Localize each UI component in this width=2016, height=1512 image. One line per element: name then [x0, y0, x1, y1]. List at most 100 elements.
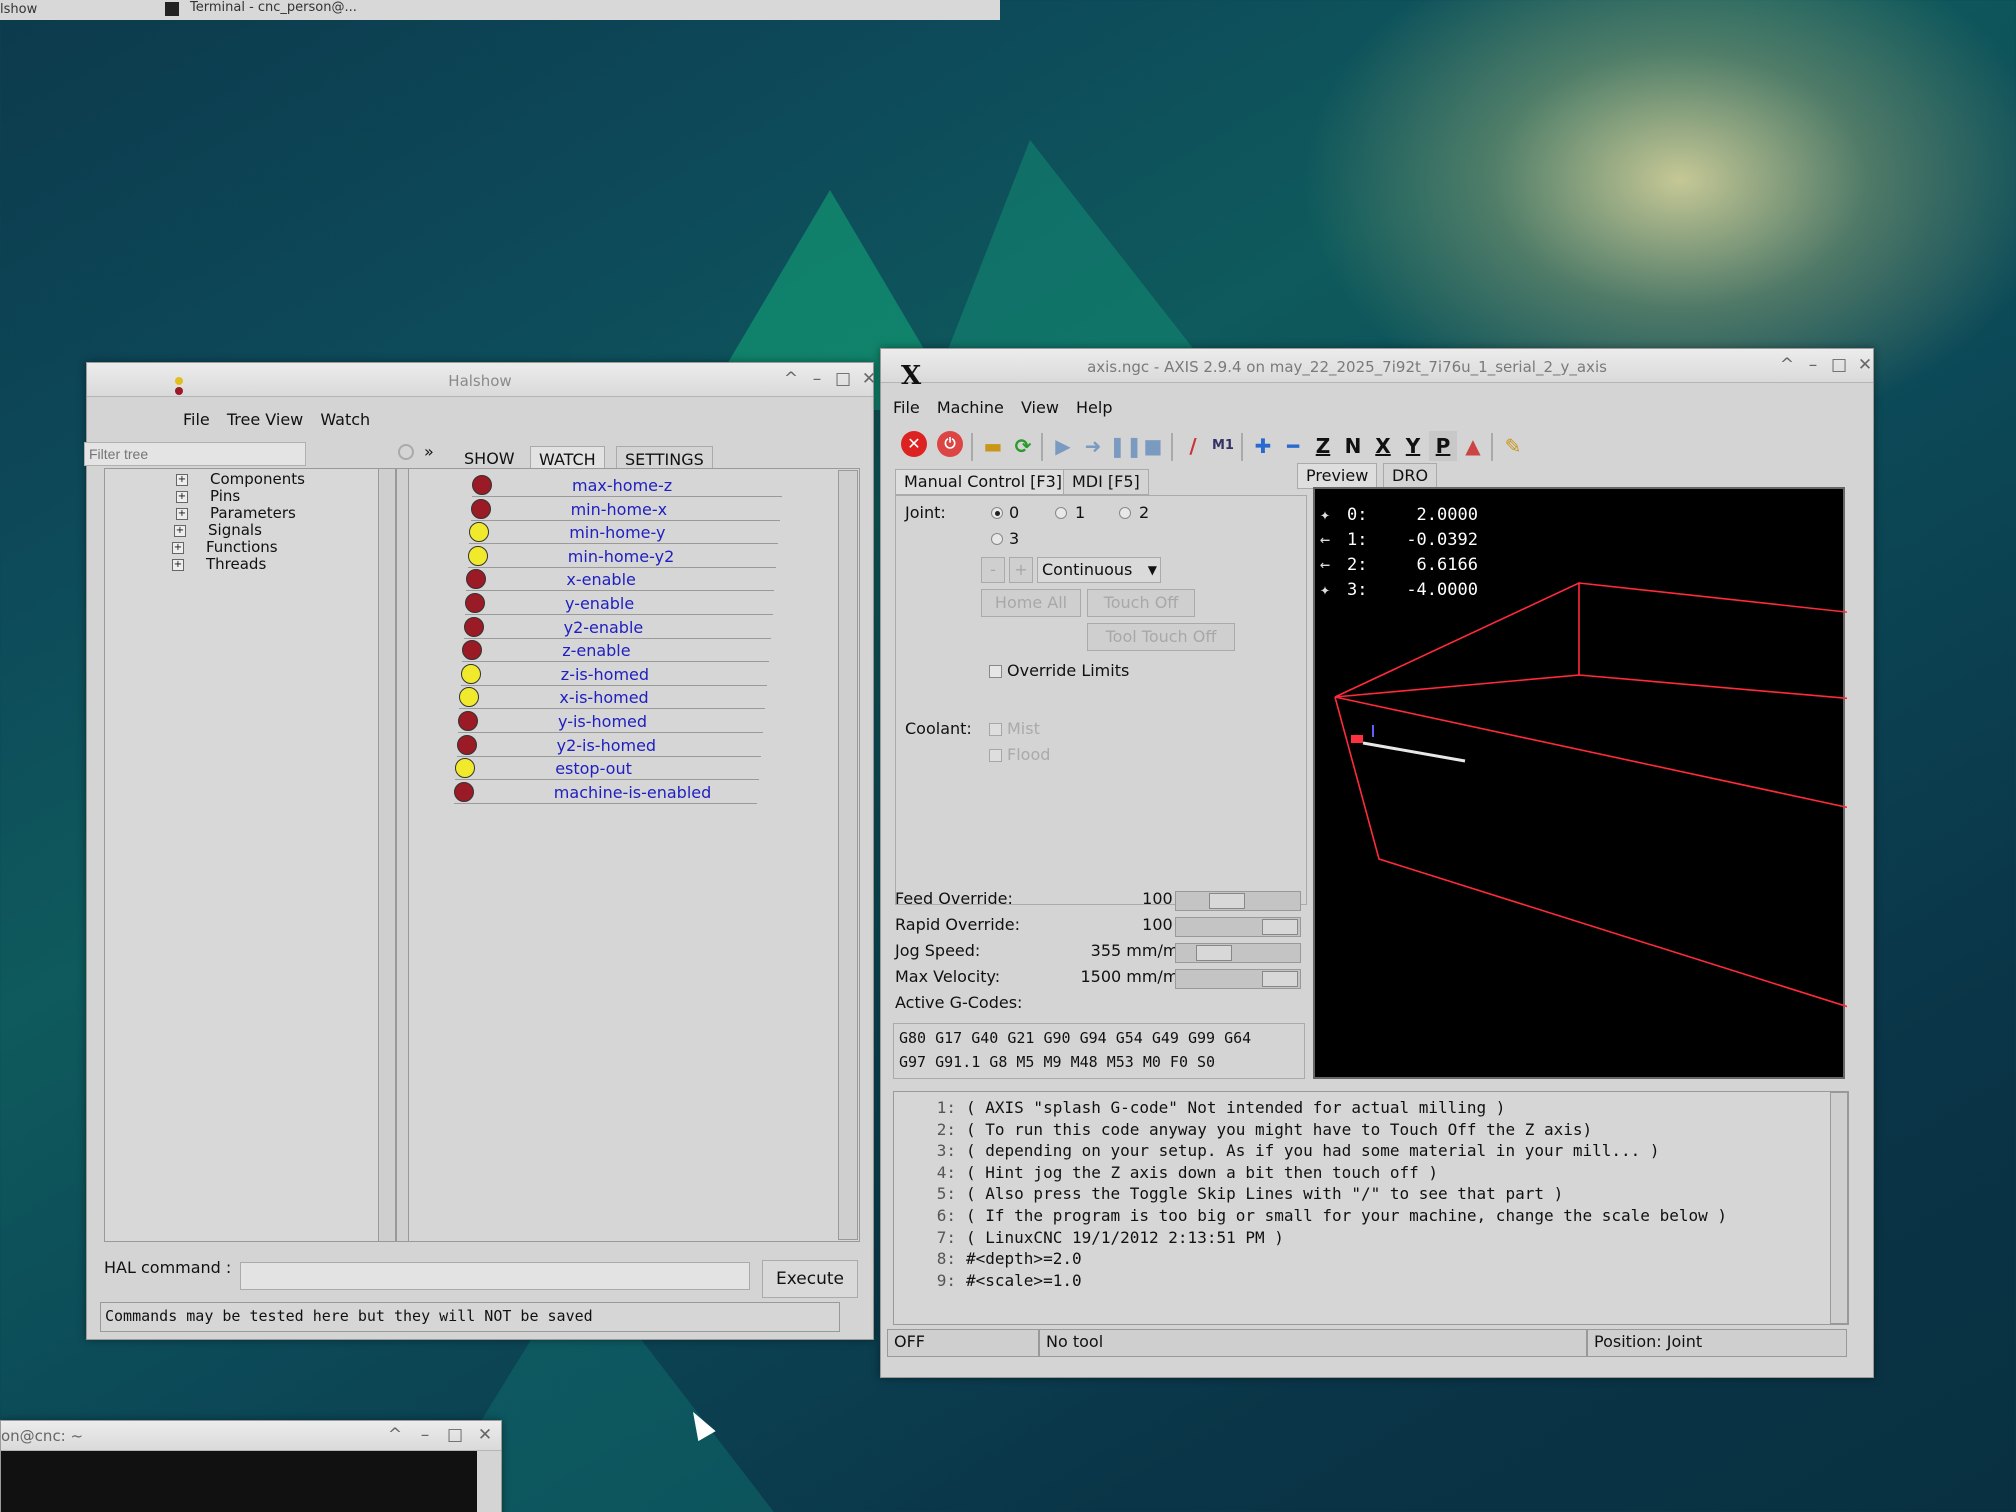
slider-handle[interactable] — [1209, 893, 1246, 909]
skip-lines-icon[interactable]: / — [1179, 431, 1207, 461]
optional-stop-icon[interactable]: M1 — [1209, 431, 1237, 461]
mist-checkbox[interactable] — [989, 723, 1002, 736]
run-icon[interactable]: ▶ — [1049, 431, 1077, 461]
watch-row[interactable]: y2-is-homed — [456, 733, 762, 757]
maximize-up-icon[interactable]: ^ — [385, 1425, 405, 1445]
taskbar-item-terminal[interactable]: Terminal - cnc_person@... — [190, 0, 357, 15]
tree-item-components[interactable]: + Components — [176, 470, 305, 488]
expand-arrow[interactable]: » — [424, 442, 434, 461]
tab-manual-control[interactable]: Manual Control [F3] — [895, 469, 1072, 495]
minimize-button[interactable]: – — [415, 1425, 435, 1445]
watch-label[interactable]: z-enable — [562, 641, 630, 660]
gcode-line[interactable]: 2: ( To run this code anyway you might ha… — [894, 1120, 1592, 1139]
watch-label[interactable]: estop-out — [555, 759, 632, 778]
close-button[interactable]: ✕ — [1855, 355, 1875, 375]
hal-command-input[interactable] — [240, 1262, 750, 1290]
override-limits-checkbox[interactable] — [989, 665, 1002, 678]
view-rotated-z-icon[interactable]: N — [1339, 431, 1367, 461]
gear-icon[interactable] — [398, 444, 414, 460]
menu-help[interactable]: Help — [1076, 398, 1112, 417]
watch-label[interactable]: min-home-y — [569, 523, 665, 542]
menu-file[interactable]: File — [893, 398, 920, 417]
open-file-icon[interactable]: ▬ — [979, 431, 1007, 461]
flood-checkbox[interactable] — [989, 749, 1002, 762]
rapid-override-slider[interactable] — [1175, 917, 1301, 937]
slider-handle[interactable] — [1262, 919, 1298, 935]
close-button[interactable]: ✕ — [475, 1425, 495, 1445]
menu-watch[interactable]: Watch — [320, 410, 370, 429]
watch-label[interactable]: x-is-homed — [559, 688, 648, 707]
zoom-out-icon[interactable]: ━ — [1279, 431, 1307, 461]
menu-file[interactable]: File — [183, 410, 210, 429]
home-all-button[interactable]: Home All — [981, 589, 1081, 617]
watch-label[interactable]: x-enable — [566, 570, 635, 589]
pause-icon[interactable]: ❚❚ — [1109, 431, 1143, 461]
watch-row[interactable]: y-enable — [465, 591, 773, 615]
watch-label[interactable]: y-enable — [565, 594, 634, 613]
gcode-line[interactable]: 3: ( depending on your setup. As if you h… — [894, 1141, 1660, 1160]
watch-row[interactable]: estop-out — [455, 756, 760, 781]
stop-icon[interactable]: ■ — [1139, 431, 1167, 461]
watch-row[interactable]: z-enable — [462, 638, 769, 663]
gcode-line[interactable]: 9: #<scale>=1.0 — [894, 1271, 1082, 1290]
jog-speed-slider[interactable] — [1175, 943, 1301, 963]
machine-power-icon[interactable]: ⏻ — [937, 431, 963, 457]
watch-label[interactable]: machine-is-enabled — [554, 783, 711, 802]
watch-label[interactable]: z-is-homed — [561, 665, 649, 684]
gcode-scrollbar[interactable] — [1830, 1092, 1848, 1324]
preview-canvas[interactable]: ✦ 0: 2.0000 ← 1: -0.0392 ← 2: 6.6166 ✦ 3: -4… — [1313, 487, 1847, 1079]
watch-row[interactable]: min-home-y — [469, 520, 779, 545]
watch-row[interactable]: x-is-homed — [459, 685, 765, 710]
gcode-line[interactable]: 1: ( AXIS "splash G-code" Not intended fo… — [894, 1098, 1506, 1117]
watch-row[interactable]: z-is-homed — [460, 662, 767, 686]
maximize-button[interactable]: □ — [833, 369, 853, 389]
view-y-icon[interactable]: Y — [1399, 431, 1427, 461]
gcode-line[interactable]: 8: #<depth>=2.0 — [894, 1249, 1082, 1268]
filter-tree-input[interactable] — [84, 442, 306, 466]
tree-item-signals[interactable]: + Signals — [174, 521, 262, 539]
watch-scrollbar[interactable] — [838, 470, 858, 1240]
tree-item-functions[interactable]: + Functions — [172, 538, 278, 556]
watch-label[interactable]: min-home-y2 — [568, 547, 674, 566]
view-x-icon[interactable]: X — [1369, 431, 1397, 461]
gcode-line[interactable]: 4: ( Hint jog the Z axis down a bit then … — [894, 1163, 1438, 1182]
terminal-body[interactable] — [1, 1451, 477, 1512]
expand-icon[interactable]: + — [176, 507, 188, 520]
watch-row[interactable]: max-home-z — [472, 473, 782, 497]
watch-row[interactable]: x-enable — [466, 567, 775, 592]
zoom-in-icon[interactable]: ✚ — [1249, 431, 1277, 461]
jog-plus-button[interactable]: + — [1009, 557, 1033, 583]
max-velocity-slider[interactable] — [1175, 969, 1301, 989]
maximize-button[interactable]: □ — [445, 1425, 465, 1445]
gcode-line[interactable]: 7: ( LinuxCNC 19/1/2012 2:13:51 PM ) — [894, 1228, 1284, 1247]
minimize-button[interactable]: – — [807, 369, 827, 389]
halshow-titlebar[interactable]: Halshow ^ – □ ✕ — [87, 363, 876, 397]
close-button[interactable]: ✕ — [859, 369, 879, 389]
tree-item-parameters[interactable]: + Parameters — [176, 504, 296, 522]
maximize-up-icon[interactable]: ^ — [781, 369, 801, 389]
watch-label[interactable]: min-home-x — [571, 500, 668, 519]
watch-row[interactable]: min-home-y2 — [467, 544, 777, 568]
tab-preview[interactable]: Preview — [1297, 463, 1378, 489]
touch-off-button[interactable]: Touch Off — [1087, 589, 1195, 617]
expand-icon[interactable]: + — [176, 490, 188, 503]
tree-item-threads[interactable]: + Threads — [172, 555, 266, 573]
expand-icon[interactable]: + — [174, 524, 186, 537]
step-icon[interactable]: ➜ — [1079, 431, 1107, 461]
estop-icon[interactable]: ✕ — [901, 431, 927, 457]
gcode-listing[interactable]: 1: ( AXIS "splash G-code" Not intended fo… — [893, 1091, 1849, 1325]
tab-dro[interactable]: DRO — [1383, 463, 1438, 489]
taskbar-item-halshow[interactable]: lshow — [0, 2, 37, 17]
watch-label[interactable]: y2-is-homed — [557, 736, 657, 755]
joint-radio-1[interactable] — [1055, 507, 1067, 519]
maximize-button[interactable]: □ — [1829, 355, 1849, 375]
expand-icon[interactable]: + — [172, 558, 184, 571]
menu-view[interactable]: View — [1021, 398, 1059, 417]
view-z-icon[interactable]: Z — [1309, 431, 1337, 461]
terminal-titlebar[interactable]: on@cnc: ~ ^ – □ ✕ — [1, 1421, 501, 1451]
tree-scrollbar[interactable] — [378, 468, 396, 1242]
axis-titlebar[interactable]: X axis.ngc - AXIS 2.9.4 on may_22_2025_7… — [881, 349, 1875, 391]
watch-label[interactable]: y-is-homed — [558, 712, 647, 731]
reload-icon[interactable]: ⟳ — [1009, 431, 1037, 461]
joint-radio-2[interactable] — [1119, 507, 1131, 519]
